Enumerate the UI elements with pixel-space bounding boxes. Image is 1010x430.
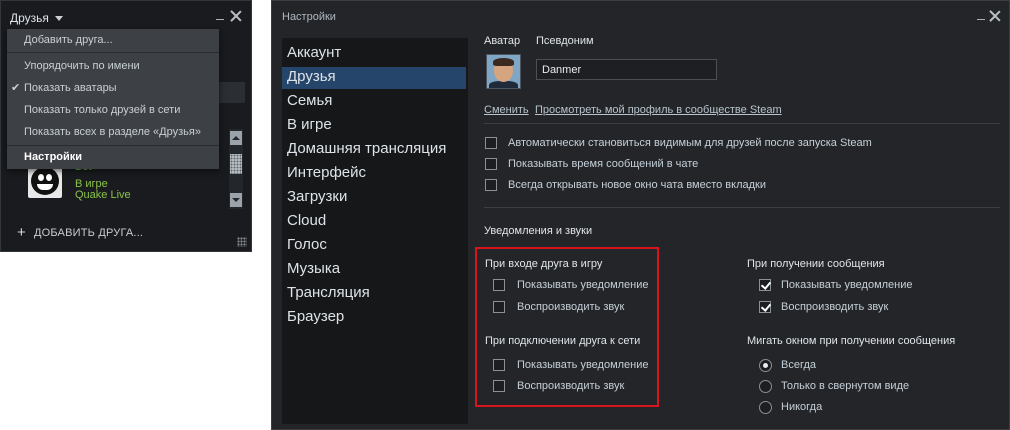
menu-item-add-friend[interactable]: Добавить друга... [24, 34, 113, 46]
auto-online-label: Автоматически становиться видимым для др… [508, 137, 872, 149]
add-friend-button[interactable]: + ДОБАВИТЬ ДРУГА... [17, 223, 144, 241]
flash-never-label: Никогда [781, 401, 823, 413]
joins-game-notify-label: Показывать уведомление [517, 279, 649, 291]
flash-always-radio[interactable] [759, 359, 772, 372]
flash-window-header: Мигать окном при получении сообщения [747, 335, 956, 347]
friend-game: Quake Live [75, 189, 131, 201]
settings-title: Настройки [282, 11, 336, 23]
minimize-icon[interactable] [216, 19, 224, 20]
nickname-label: Псевдоним [536, 35, 594, 47]
close-icon[interactable] [230, 10, 242, 22]
chat-timestamps-checkbox[interactable] [485, 158, 497, 170]
scroll-up-button[interactable] [230, 131, 242, 145]
close-icon[interactable] [989, 10, 1001, 22]
message-sound-checkbox[interactable] [759, 301, 771, 313]
online-notify-checkbox[interactable] [493, 359, 505, 371]
flash-minimized-label: Только в свернутом виде [781, 380, 910, 392]
nav-item-cloud[interactable]: Cloud [287, 212, 326, 229]
avatar-label: Аватар [484, 35, 521, 47]
nav-item-in-game[interactable]: В игре [287, 116, 332, 133]
nav-item-family[interactable]: Семья [287, 92, 332, 109]
joins-game-sound-checkbox[interactable] [493, 301, 505, 313]
chat-timestamps-label: Показывать время сообщений в чате [508, 158, 699, 170]
nickname-input[interactable]: Danmer [536, 59, 717, 80]
menu-item-online-only[interactable]: Показать только друзей в сети [24, 104, 180, 116]
nav-item-home-streaming[interactable]: Домашняя трансляция [287, 140, 446, 157]
nav-item-friends[interactable]: Друзья [287, 68, 336, 85]
nav-item-interface[interactable]: Интерфейс [287, 164, 366, 181]
settings-window: Настройки Аккаунт Друзья Семья В игре До… [271, 0, 1010, 430]
menu-separator [7, 145, 219, 146]
menu-item-sort-by-name[interactable]: Упорядочить по имени [24, 60, 140, 72]
flash-minimized-radio[interactable] [759, 380, 772, 393]
friends-dropdown-menu: Добавить друга... Упорядочить по имени ✔… [7, 29, 219, 169]
nav-item-voice[interactable]: Голос [287, 236, 327, 253]
minimize-icon[interactable] [977, 19, 985, 20]
friend-joins-game-header: При входе друга в игру [485, 258, 603, 270]
view-profile-link[interactable]: Просмотреть мой профиль в сообществе Ste… [535, 104, 782, 116]
menu-item-show-avatars[interactable]: Показать аватары [24, 82, 117, 94]
flash-never-radio[interactable] [759, 401, 772, 414]
new-window-checkbox[interactable] [485, 179, 497, 191]
divider [484, 207, 1000, 208]
online-sound-label: Воспроизводить звук [517, 380, 625, 392]
smiley-icon [31, 167, 59, 195]
message-received-header: При получении сообщения [747, 258, 885, 270]
message-notify-label: Показывать уведомление [781, 279, 913, 291]
online-sound-checkbox[interactable] [493, 380, 505, 392]
nav-item-music[interactable]: Музыка [287, 260, 340, 277]
friends-settings-panel: Аватар Псевдоним Danmer Сменить Просмотр… [470, 35, 1008, 428]
resize-grip-icon[interactable] [237, 237, 247, 247]
arrow-down-icon [232, 198, 240, 202]
notifications-header: Уведомления и звуки [484, 225, 593, 237]
auto-online-checkbox[interactable] [485, 137, 497, 149]
plus-icon: + [17, 224, 26, 241]
online-notify-label: Показывать уведомление [517, 359, 649, 371]
menu-separator [7, 52, 219, 53]
scroll-down-button[interactable] [230, 193, 242, 207]
checkmark-icon: ✔ [11, 82, 21, 94]
friend-avatar[interactable] [28, 164, 62, 198]
divider [484, 123, 1000, 124]
menu-item-settings[interactable]: Настройки [24, 151, 82, 163]
nav-item-account[interactable]: Аккаунт [287, 44, 341, 61]
joins-game-sound-label: Воспроизводить звук [517, 301, 625, 313]
menu-item-show-all[interactable]: Показать всех в разделе «Друзья» [24, 126, 201, 138]
chevron-down-icon[interactable] [55, 16, 63, 21]
nav-item-browser[interactable]: Браузер [287, 308, 344, 325]
arrow-up-icon [232, 136, 240, 140]
settings-sidebar: Аккаунт Друзья Семья В игре Домашняя тра… [282, 38, 468, 424]
message-sound-label: Воспроизводить звук [781, 301, 889, 313]
nav-item-broadcasting[interactable]: Трансляция [287, 284, 370, 301]
scroll-thumb[interactable] [230, 154, 242, 174]
change-avatar-link[interactable]: Сменить [484, 104, 529, 116]
nav-item-downloads[interactable]: Загрузки [287, 188, 347, 205]
flash-always-label: Всегда [781, 359, 817, 371]
add-friend-label: ДОБАВИТЬ ДРУГА... [33, 227, 144, 239]
friends-title-menu[interactable]: Друзья [10, 11, 49, 25]
new-window-label: Всегда открывать новое окно чата вместо … [508, 179, 766, 191]
user-avatar [486, 54, 521, 89]
friend-online-header: При подключении друга к сети [485, 335, 641, 347]
message-notify-checkbox[interactable] [759, 279, 771, 291]
joins-game-notify-checkbox[interactable] [493, 279, 505, 291]
